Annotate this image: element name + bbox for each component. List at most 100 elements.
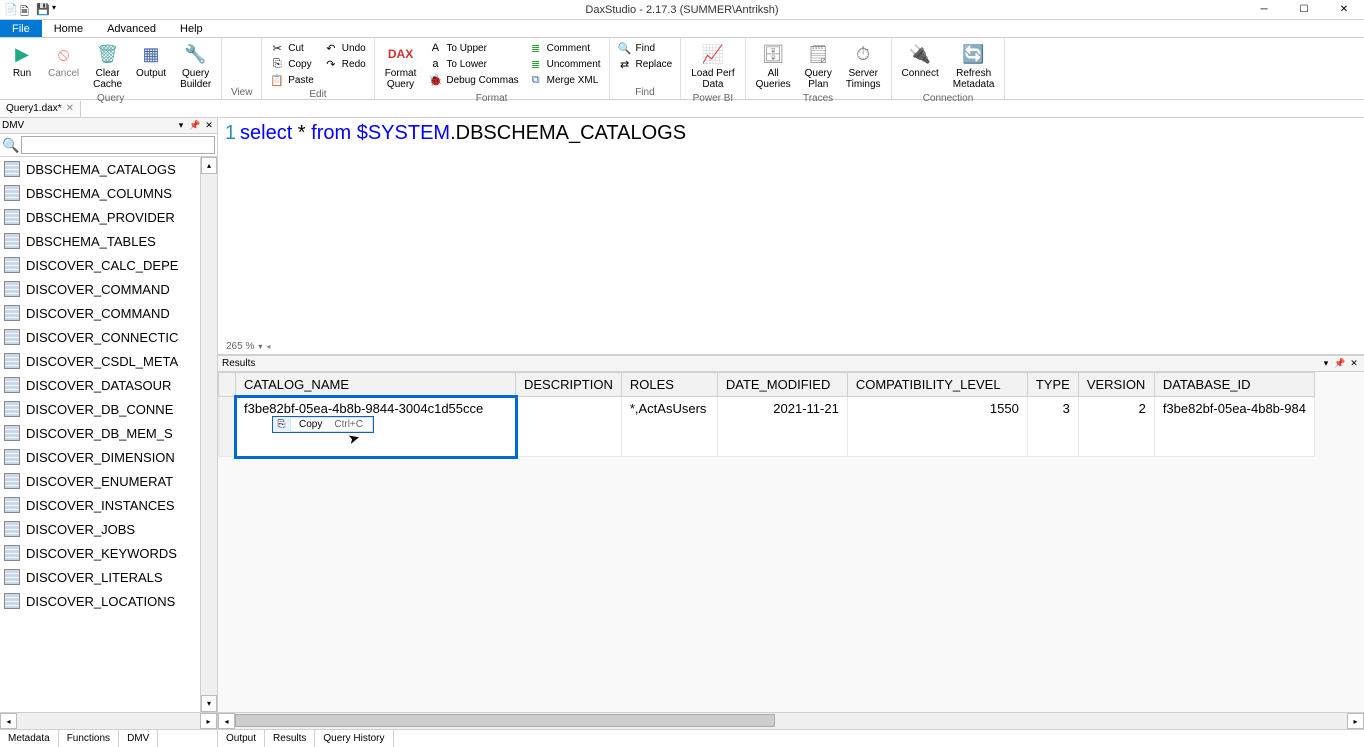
dmv-item[interactable]: DBSCHEMA_TABLES bbox=[0, 229, 200, 253]
tab-results[interactable]: Results bbox=[265, 730, 315, 747]
debug-commas-button[interactable]: 🐞Debug Commas bbox=[424, 72, 522, 88]
dmv-item[interactable]: DISCOVER_DATASOUR bbox=[0, 373, 200, 397]
scroll-left-tiny-icon[interactable]: ◂ bbox=[266, 342, 270, 351]
panel-dropdown-icon[interactable]: ▾ bbox=[175, 120, 187, 132]
output-button[interactable]: ▦ Output bbox=[130, 40, 172, 81]
dmv-item[interactable]: DISCOVER_COMMAND bbox=[0, 301, 200, 325]
dmv-vertical-scrollbar[interactable]: ▴ ▾ bbox=[200, 157, 217, 712]
to-lower-button[interactable]: aTo Lower bbox=[424, 56, 522, 72]
clear-cache-button[interactable]: 🗑 Clear Cache bbox=[87, 40, 128, 92]
cell-description[interactable] bbox=[516, 397, 622, 457]
to-upper-button[interactable]: ATo Upper bbox=[424, 40, 522, 56]
maximize-button[interactable]: ☐ bbox=[1284, 0, 1324, 20]
dmv-horizontal-scrollbar[interactable]: ◂ ▸ bbox=[0, 712, 217, 729]
uncomment-button[interactable]: ≣Uncomment bbox=[525, 56, 605, 72]
scroll-track[interactable] bbox=[201, 174, 217, 695]
help-tab[interactable]: Help bbox=[168, 20, 215, 37]
dmv-item[interactable]: DISCOVER_CSDL_META bbox=[0, 349, 200, 373]
query-plan-button[interactable]: 🗒 Query Plan bbox=[799, 40, 838, 92]
cut-button[interactable]: ✂Cut bbox=[266, 40, 318, 56]
dmv-item[interactable]: DISCOVER_CONNECTIC bbox=[0, 325, 200, 349]
server-timings-button[interactable]: ⏱ Server Timings bbox=[840, 40, 887, 92]
panel-dropdown-icon[interactable]: ▾ bbox=[1320, 358, 1332, 370]
cell-version[interactable]: 2 bbox=[1078, 397, 1154, 457]
row-header-corner[interactable] bbox=[219, 373, 236, 397]
chevron-down-icon[interactable]: ▾ bbox=[258, 342, 262, 351]
dmv-item[interactable]: DBSCHEMA_PROVIDER bbox=[0, 205, 200, 229]
scroll-left-arrow[interactable]: ◂ bbox=[0, 713, 17, 729]
scroll-right-arrow[interactable]: ▸ bbox=[200, 713, 217, 729]
replace-button[interactable]: ⇄Replace bbox=[614, 56, 677, 72]
save-icon[interactable]: 💾 bbox=[36, 3, 50, 17]
tab-query-history[interactable]: Query History bbox=[315, 730, 393, 747]
cell-date-modified[interactable]: 2021-11-21 bbox=[717, 397, 847, 457]
col-compat-level[interactable]: COMPATIBILITY_LEVEL bbox=[847, 373, 1027, 397]
cancel-button[interactable]: ⦸ Cancel bbox=[42, 40, 85, 81]
merge-xml-button[interactable]: ⧉Merge XML bbox=[525, 72, 605, 88]
tab-output[interactable]: Output bbox=[218, 730, 265, 747]
context-menu-copy[interactable]: Copy bbox=[291, 417, 330, 432]
dmv-item[interactable]: DISCOVER_DIMENSION bbox=[0, 445, 200, 469]
file-tab[interactable]: File bbox=[0, 20, 42, 37]
scroll-track[interactable] bbox=[235, 713, 1347, 729]
paste-button[interactable]: 📋Paste bbox=[266, 72, 318, 88]
col-description[interactable]: DESCRIPTION bbox=[516, 373, 622, 397]
dmv-list[interactable]: DBSCHEMA_CATALOGSDBSCHEMA_COLUMNSDBSCHEM… bbox=[0, 157, 200, 712]
cell-roles[interactable]: *,ActAsUsers bbox=[621, 397, 717, 457]
dmv-item[interactable]: DBSCHEMA_COLUMNS bbox=[0, 181, 200, 205]
connect-button[interactable]: 🔌 Connect bbox=[896, 40, 945, 81]
dmv-item[interactable]: DISCOVER_LITERALS bbox=[0, 565, 200, 589]
col-catalog-name[interactable]: CATALOG_NAME bbox=[236, 373, 516, 397]
tab-dmv[interactable]: DMV bbox=[119, 730, 158, 747]
editor-zoom[interactable]: 265 % ▾ ◂ bbox=[226, 341, 270, 352]
new-connected-icon[interactable]: 🗎 bbox=[20, 3, 34, 17]
close-icon[interactable]: ✕ bbox=[66, 103, 74, 114]
scroll-track[interactable] bbox=[17, 713, 200, 729]
undo-button[interactable]: ↶Undo bbox=[320, 40, 370, 56]
table-row[interactable]: f3be82bf-05ea-4b8b-9844-3004c1d55cce *,A… bbox=[219, 397, 1315, 457]
col-date-modified[interactable]: DATE_MODIFIED bbox=[717, 373, 847, 397]
run-button[interactable]: ▶ Run bbox=[4, 40, 40, 81]
dmv-item[interactable]: DISCOVER_JOBS bbox=[0, 517, 200, 541]
scroll-thumb[interactable] bbox=[235, 714, 775, 727]
format-query-button[interactable]: DAX Format Query bbox=[379, 40, 423, 92]
col-database-id[interactable]: DATABASE_ID bbox=[1154, 373, 1314, 397]
tab-functions[interactable]: Functions bbox=[59, 730, 119, 747]
home-tab[interactable]: Home bbox=[42, 20, 95, 37]
scroll-up-arrow[interactable]: ▴ bbox=[201, 157, 217, 174]
query-builder-button[interactable]: 🔧 Query Builder bbox=[174, 40, 217, 92]
scroll-left-arrow[interactable]: ◂ bbox=[218, 713, 235, 729]
col-version[interactable]: VERSION bbox=[1078, 373, 1154, 397]
col-roles[interactable]: ROLES bbox=[621, 373, 717, 397]
load-perf-data-button[interactable]: 📈 Load Perf Data bbox=[685, 40, 740, 92]
find-button[interactable]: 🔍Find bbox=[614, 40, 677, 56]
comment-button[interactable]: ≣Comment bbox=[525, 40, 605, 56]
results-grid[interactable]: CATALOG_NAME DESCRIPTION ROLES DATE_MODI… bbox=[218, 372, 1364, 712]
dmv-item[interactable]: DISCOVER_ENUMERAT bbox=[0, 469, 200, 493]
panel-close-icon[interactable]: ✕ bbox=[203, 120, 215, 132]
results-horizontal-scrollbar[interactable]: ◂ ▸ bbox=[218, 712, 1364, 729]
panel-close-icon[interactable]: ✕ bbox=[1348, 358, 1360, 370]
dmv-item[interactable]: DBSCHEMA_CATALOGS bbox=[0, 157, 200, 181]
document-tab[interactable]: Query1.dax* ✕ bbox=[0, 101, 81, 117]
row-header[interactable] bbox=[219, 397, 236, 457]
dmv-item[interactable]: DISCOVER_LOCATIONS bbox=[0, 589, 200, 613]
code-editor[interactable]: 1 select * from $SYSTEM.DBSCHEMA_CATALOG… bbox=[218, 118, 1364, 355]
dmv-item[interactable]: DISCOVER_INSTANCES bbox=[0, 493, 200, 517]
cell-compat-level[interactable]: 1550 bbox=[847, 397, 1027, 457]
col-type[interactable]: TYPE bbox=[1027, 373, 1078, 397]
context-menu[interactable]: ⎘ Copy Ctrl+C bbox=[272, 416, 374, 433]
refresh-metadata-button[interactable]: 🔄 Refresh Metadata bbox=[947, 40, 1001, 92]
panel-pin-icon[interactable]: 📌 bbox=[189, 120, 201, 132]
new-icon[interactable]: 📄 bbox=[4, 3, 18, 17]
close-window-button[interactable]: ✕ bbox=[1324, 0, 1364, 20]
dmv-item[interactable]: DISCOVER_COMMAND bbox=[0, 277, 200, 301]
dmv-item[interactable]: DISCOVER_KEYWORDS bbox=[0, 541, 200, 565]
tab-metadata[interactable]: Metadata bbox=[0, 730, 59, 747]
dmv-item[interactable]: DISCOVER_CALC_DEPE bbox=[0, 253, 200, 277]
qat-dropdown-icon[interactable]: ▾ bbox=[52, 3, 66, 17]
scroll-down-arrow[interactable]: ▾ bbox=[201, 695, 217, 712]
dmv-item[interactable]: DISCOVER_DB_MEM_S bbox=[0, 421, 200, 445]
scroll-right-arrow[interactable]: ▸ bbox=[1347, 713, 1364, 729]
all-queries-button[interactable]: 🗄 All Queries bbox=[750, 40, 797, 92]
